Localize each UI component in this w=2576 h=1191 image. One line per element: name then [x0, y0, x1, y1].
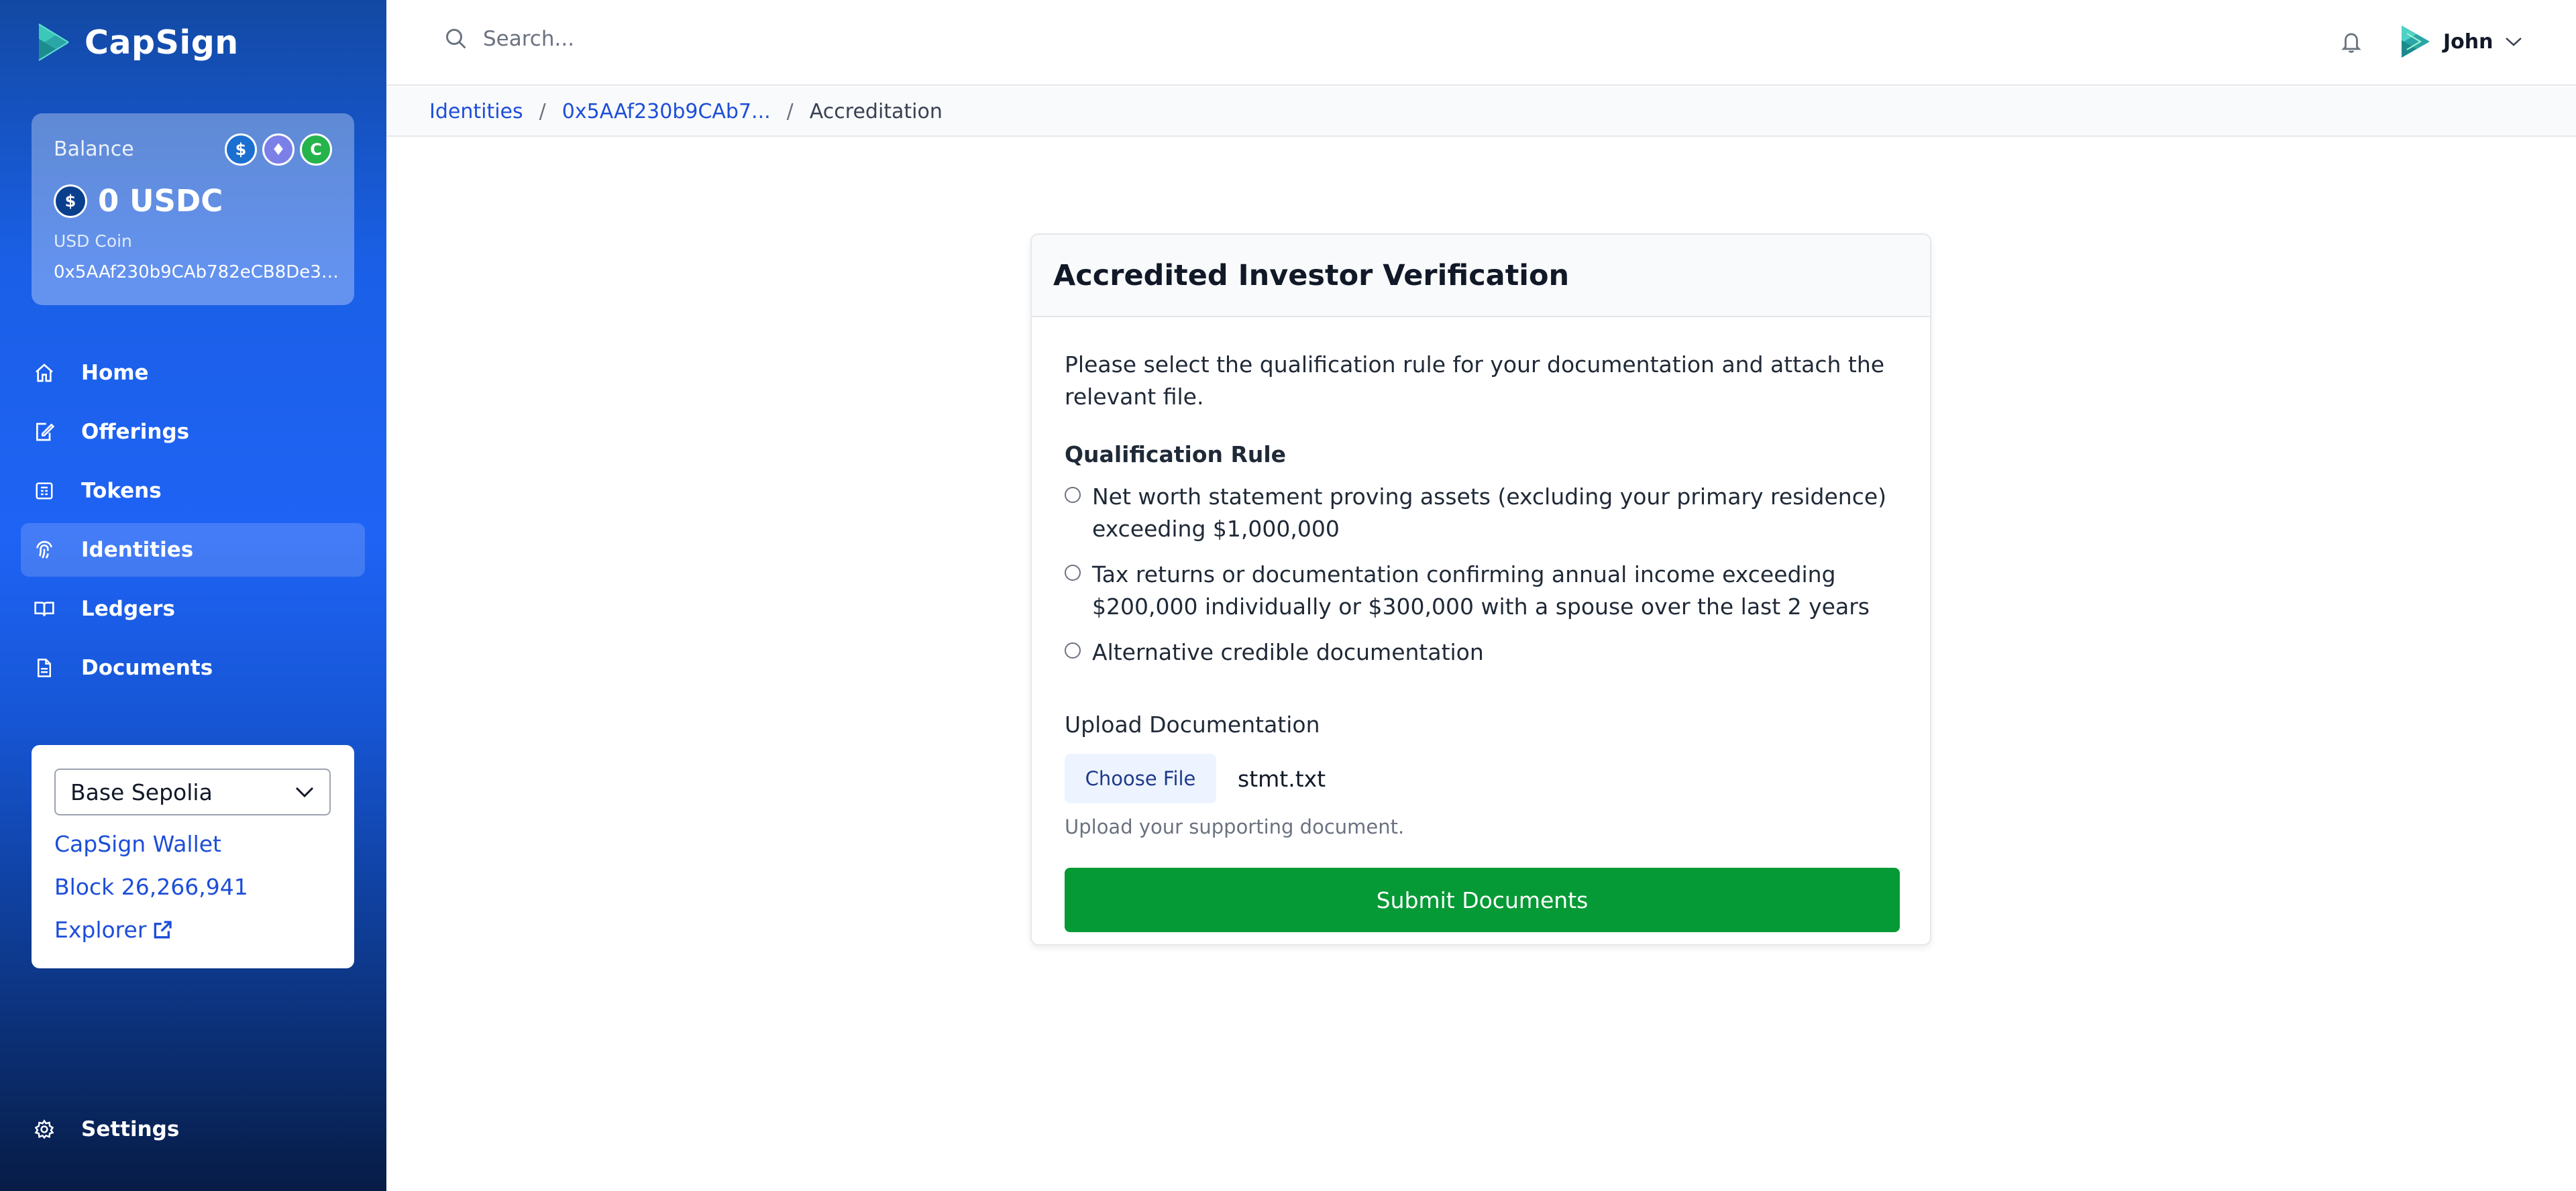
balance-card: Balance $ ♦ C $ 0 USDC USD Coin 0x5AAf23… [32, 113, 354, 305]
chevron-down-icon [2505, 38, 2522, 46]
breadcrumb-separator: / [539, 99, 546, 123]
tokens-icon [33, 479, 56, 502]
page-title: Accredited Investor Verification [1053, 258, 1570, 292]
form-intro: Please select the qualification rule for… [1065, 351, 1885, 410]
submit-documents-button[interactable]: Submit Documents [1065, 868, 1900, 932]
network-card: Base Sepolia CapSign Wallet Block 26,266… [32, 745, 354, 968]
offerings-icon [33, 420, 56, 443]
accreditation-form: Please select the qualification rule for… [1065, 349, 1903, 932]
choose-file-button[interactable]: Choose File [1065, 754, 1216, 803]
sidebar-item-label: Home [81, 361, 149, 385]
brand[interactable]: CapSign [36, 21, 239, 63]
ethereum-coin-icon[interactable]: ♦ [262, 133, 294, 166]
sidebar-item-documents[interactable]: Documents [21, 641, 365, 695]
network-select-value: Base Sepolia [70, 779, 213, 805]
sidebar-item-label: Ledgers [81, 597, 175, 621]
network-select[interactable]: Base Sepolia [54, 769, 331, 815]
fingerprint-icon [33, 538, 56, 561]
user-menu[interactable]: John [2398, 23, 2523, 60]
sidebar-item-settings[interactable]: Settings [33, 1117, 179, 1141]
rule-option-label: Net worth statement proving assets (excl… [1092, 484, 1887, 542]
sidebar-item-tokens[interactable]: Tokens [21, 464, 365, 518]
accreditation-card: Accredited Investor Verification Please … [1030, 233, 1931, 946]
balance-value: 0 USDC [98, 183, 223, 219]
usdc-icon: $ [54, 184, 87, 218]
breadcrumb-identity-address[interactable]: 0x5AAf230b9CAb7... [562, 100, 771, 123]
home-icon [33, 361, 56, 384]
radio-button[interactable] [1065, 487, 1081, 503]
sidebar-item-label: Tokens [81, 479, 162, 503]
bell-icon [2341, 33, 2361, 53]
upload-label: Upload Documentation [1065, 712, 1320, 738]
card-header: Accredited Investor Verification [1032, 235, 1930, 317]
search-input[interactable] [483, 27, 1020, 51]
sidebar-nav: Home Offerings Tokens Identities Ledgers [21, 346, 365, 700]
selected-file-name: stmt.txt [1238, 765, 1326, 792]
notifications-button[interactable] [2340, 30, 2363, 58]
qualification-rule-heading: Qualification Rule [1065, 441, 1287, 467]
explorer-link[interactable]: Explorer [54, 917, 173, 943]
coin-selector: $ ♦ C [225, 133, 332, 166]
rule-option-income[interactable]: Tax returns or documentation confirming … [1065, 559, 1903, 623]
sidebar-item-offerings[interactable]: Offerings [21, 405, 365, 459]
upload-help-text: Upload your supporting document. [1065, 815, 1405, 838]
breadcrumb-identities[interactable]: Identities [429, 100, 523, 123]
usdc-coin-icon[interactable]: $ [225, 133, 257, 166]
radio-button[interactable] [1065, 642, 1081, 659]
capsign-wallet-link[interactable]: CapSign Wallet [54, 831, 221, 857]
rule-option-net-worth[interactable]: Net worth statement proving assets (excl… [1065, 481, 1903, 545]
sidebar: CapSign Balance $ ♦ C $ 0 USDC USD Coin … [0, 0, 386, 1191]
book-icon [33, 598, 56, 620]
document-icon [33, 657, 56, 679]
radio-button[interactable] [1065, 565, 1081, 581]
balance-amount: $ 0 USDC [54, 183, 223, 219]
capsign-coin-icon[interactable]: C [300, 133, 332, 166]
sidebar-item-ledgers[interactable]: Ledgers [21, 582, 365, 636]
explorer-link-label: Explorer [54, 917, 147, 943]
sidebar-item-identities[interactable]: Identities [21, 523, 365, 577]
chevron-down-icon [295, 787, 314, 798]
avatar [2402, 25, 2430, 58]
top-header: John [386, 0, 2576, 86]
breadcrumb-separator: / [786, 99, 794, 123]
rule-option-label: Tax returns or documentation confirming … [1092, 561, 1870, 620]
search-bar [444, 27, 1020, 51]
breadcrumb-current: Accreditation [809, 99, 943, 123]
gear-icon [33, 1118, 56, 1141]
sidebar-item-label: Offerings [81, 420, 190, 444]
balance-label: Balance [54, 137, 134, 161]
search-icon [446, 29, 466, 49]
file-input: Choose File stmt.txt [1065, 754, 1903, 803]
external-link-icon [154, 920, 172, 938]
capsign-logo-icon [38, 23, 69, 61]
breadcrumb: Identities / 0x5AAf230b9CAb7... / Accred… [386, 87, 2576, 137]
user-name: John [2443, 30, 2493, 54]
sidebar-item-label: Identities [81, 538, 194, 562]
rule-option-alternative[interactable]: Alternative credible documentation [1065, 636, 1903, 669]
brand-name: CapSign [85, 23, 239, 62]
rule-option-label: Alternative credible documentation [1092, 639, 1484, 665]
sidebar-item-label: Documents [81, 656, 213, 680]
currency-name: USD Coin [54, 231, 132, 251]
block-number-link[interactable]: Block 26,266,941 [54, 874, 248, 900]
sidebar-item-home[interactable]: Home [21, 346, 365, 400]
settings-label: Settings [81, 1117, 180, 1141]
wallet-address: 0x5AAf230b9CAb782eCB8De30... [54, 262, 342, 282]
